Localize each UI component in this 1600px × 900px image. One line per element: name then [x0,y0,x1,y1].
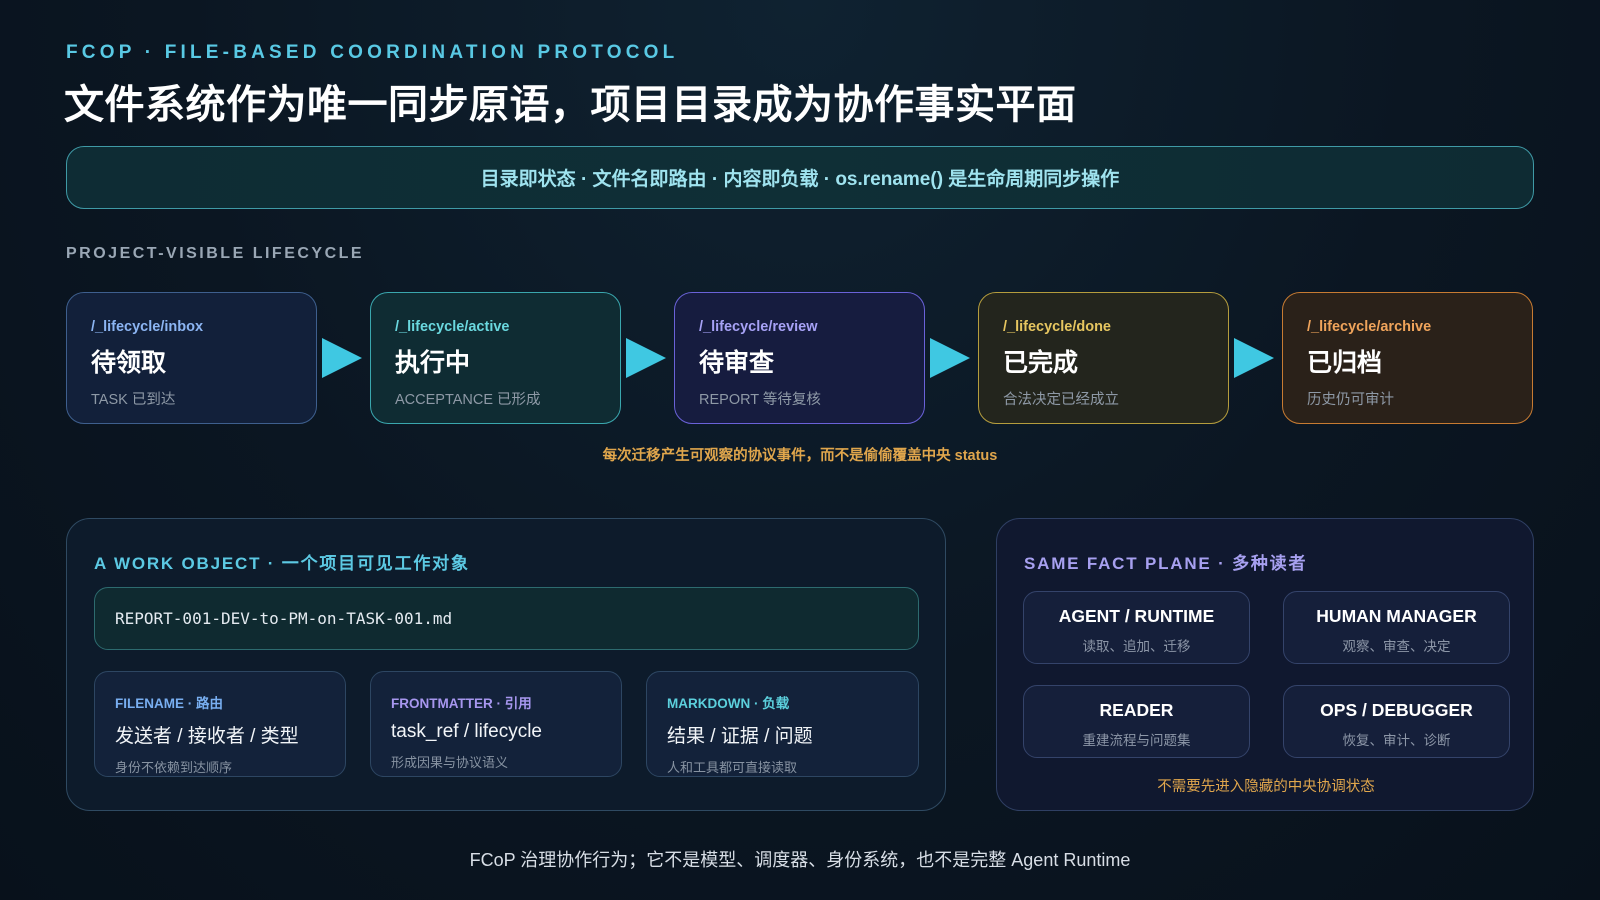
reader-name: OPS / DEBUGGER [1320,700,1473,720]
kicker: FCOP · FILE-BASED COORDINATION PROTOCOL [66,42,679,63]
part-sub: 形成因果与协议语义 [391,755,509,770]
footer-note: FCoP 治理协作行为；它不是模型、调度器、身份系统，也不是完整 Agent R… [469,850,1131,870]
reader-sub: 读取、追加、迁移 [1082,639,1191,654]
page-title: 文件系统作为唯一同步原语，项目目录成为协作事实平面 [64,83,1077,127]
part-tag: FRONTMATTER · 引用 [391,696,532,711]
panel-heading: SAME FACT PLANE · 多种读者 [1024,554,1308,573]
reader-agent-runtime: AGENT / RUNTIME 读取、追加、迁移 [1023,591,1250,664]
reader-name: HUMAN MANAGER [1316,606,1477,626]
reader-name: READER [1099,700,1174,720]
filename-example: REPORT-001-DEV-to-PM-on-TASK-001.md [94,587,919,650]
principle-banner: 目录即状态 · 文件名即路由 · 内容即负载 · os.rename() 是生命… [66,146,1534,209]
reader-sub: 观察、审查、决定 [1342,639,1451,654]
fact-plane-note: 不需要先进入隐藏的中央协调状态 [1157,779,1375,795]
part-tag: FILENAME · 路由 [115,696,223,711]
part-main: 结果 / 证据 / 问题 [667,726,813,747]
stage-name: 已归档 [1307,349,1383,377]
flow-arrow-icon [322,338,362,378]
reader-reader: READER 重建流程与问题集 [1023,685,1250,758]
flow-arrow-icon [626,338,666,378]
stage-inbox: /_lifecycle/inbox 待领取 TASK 已到达 [66,292,317,424]
stage-desc: 历史仍可审计 [1307,392,1394,408]
stage-name: 已完成 [1003,349,1079,377]
part-frontmatter: FRONTMATTER · 引用 task_ref / lifecycle 形成… [370,671,622,777]
flow-arrow-icon [930,338,970,378]
slide: FCOP · FILE-BASED COORDINATION PROTOCOL … [0,0,1600,900]
reader-name: AGENT / RUNTIME [1058,606,1215,626]
stage-path: /_lifecycle/done [1003,319,1111,335]
part-sub: 人和工具都可直接读取 [667,760,798,775]
reader-ops-debugger: OPS / DEBUGGER 恢复、审计、诊断 [1283,685,1510,758]
stage-desc: ACCEPTANCE 已形成 [395,392,541,408]
part-main: task_ref / lifecycle [391,721,542,742]
stage-name: 待领取 [91,349,167,377]
stage-path: /_lifecycle/review [699,319,818,335]
reader-sub: 重建流程与问题集 [1082,733,1191,748]
part-markdown: MARKDOWN · 负载 结果 / 证据 / 问题 人和工具都可直接读取 [646,671,919,777]
stage-done: /_lifecycle/done 已完成 合法决定已经成立 [978,292,1229,424]
fact-plane-panel: SAME FACT PLANE · 多种读者 AGENT / RUNTIME 读… [996,518,1534,811]
work-object-panel: A WORK OBJECT · 一个项目可见工作对象 REPORT-001-DE… [66,518,946,811]
lifecycle-note: 每次迁移产生可观察的协议事件，而不是偷偷覆盖中央 status [602,448,998,464]
stage-desc: TASK 已到达 [91,392,176,408]
stage-archive: /_lifecycle/archive 已归档 历史仍可审计 [1282,292,1533,424]
reader-sub: 恢复、审计、诊断 [1342,733,1451,748]
panel-heading: A WORK OBJECT · 一个项目可见工作对象 [94,554,470,573]
stage-path: /_lifecycle/archive [1307,319,1432,335]
stage-desc: 合法决定已经成立 [1003,392,1119,408]
stage-path: /_lifecycle/active [395,319,510,335]
part-sub: 身份不依赖到达顺序 [115,760,233,775]
stage-desc: REPORT 等待复核 [699,392,821,408]
stage-name: 执行中 [395,349,471,377]
stage-name: 待审查 [699,349,775,377]
part-tag: MARKDOWN · 负载 [667,696,790,711]
reader-human-manager: HUMAN MANAGER 观察、审查、决定 [1283,591,1510,664]
stage-review: /_lifecycle/review 待审查 REPORT 等待复核 [674,292,925,424]
stage-path: /_lifecycle/inbox [91,319,204,335]
flow-arrow-icon [1234,338,1274,378]
lifecycle-label: PROJECT-VISIBLE LIFECYCLE [66,245,365,262]
part-main: 发送者 / 接收者 / 类型 [115,726,299,747]
stage-active: /_lifecycle/active 执行中 ACCEPTANCE 已形成 [370,292,621,424]
part-filename: FILENAME · 路由 发送者 / 接收者 / 类型 身份不依赖到达顺序 [94,671,346,777]
